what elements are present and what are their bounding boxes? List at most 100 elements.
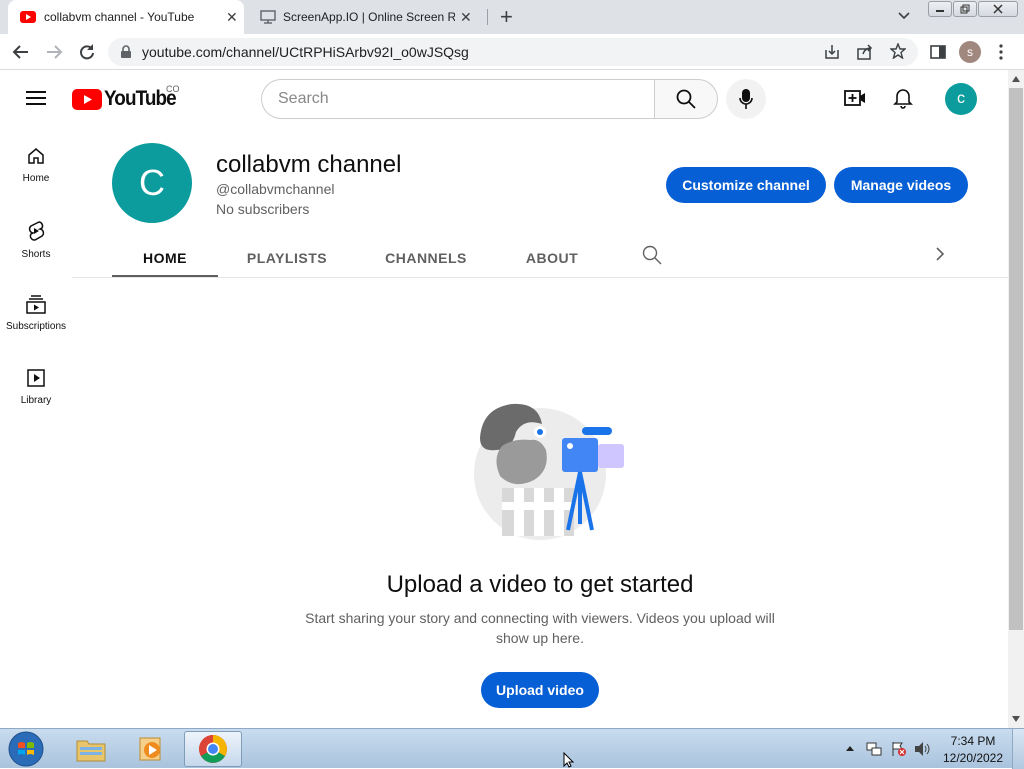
tab-label: PLAYLISTS [246, 250, 328, 266]
voice-search-button[interactable] [726, 79, 766, 119]
home-icon [26, 146, 46, 166]
account-initial: c [957, 90, 965, 107]
taskbar-explorer-button[interactable] [62, 731, 120, 767]
youtube-masthead: YouTube CO c [0, 70, 1008, 126]
account-avatar[interactable]: c [945, 83, 977, 115]
guide-item-subscriptions[interactable]: Subscriptions [0, 294, 72, 368]
guide-label: Library [20, 395, 52, 406]
url-text: youtube.com/channel/UCtRPHiSArbv92I_o0wJ… [142, 44, 469, 60]
tab-title: collabvm channel - YouTube [44, 10, 195, 24]
back-arrow-icon[interactable] [12, 44, 30, 60]
tabs-divider [72, 277, 1008, 278]
channel-avatar: C [112, 143, 192, 223]
start-button[interactable] [4, 730, 48, 768]
show-hidden-icons-icon[interactable] [846, 746, 854, 751]
search-icon [676, 89, 696, 109]
profile-avatar[interactable]: s [959, 41, 981, 63]
upload-video-label: Upload video [496, 682, 584, 698]
customize-channel-button[interactable]: Customize channel [666, 167, 826, 203]
windows-taskbar: 7:34 PM 12/20/2022 [0, 728, 1024, 769]
minimize-button[interactable] [928, 1, 952, 17]
guide-item-home[interactable]: Home [0, 146, 72, 220]
library-icon [26, 368, 46, 388]
window-close-button[interactable] [978, 1, 1018, 17]
tab-home[interactable]: HOME [112, 238, 218, 278]
hamburger-menu-icon[interactable] [26, 90, 46, 106]
subscriptions-icon [26, 294, 46, 314]
customize-channel-label: Customize channel [682, 177, 810, 193]
profile-initial: s [967, 45, 973, 59]
guide-label: Home [22, 173, 50, 184]
guide-item-shorts[interactable]: Shorts [0, 220, 72, 294]
guide-label: Shorts [21, 249, 51, 260]
tab-channels[interactable]: CHANNELS [374, 238, 478, 278]
address-bar[interactable]: youtube.com/channel/UCtRPHiSArbv92I_o0wJ… [108, 38, 918, 66]
media-player-icon [137, 735, 165, 763]
chevron-right-icon[interactable] [935, 247, 945, 261]
tab-close-icon[interactable]: ✕ [460, 9, 472, 26]
search-button[interactable] [654, 79, 718, 119]
manage-videos-label: Manage videos [850, 177, 952, 193]
bookmark-star-icon[interactable] [890, 43, 906, 59]
tab-separator [487, 9, 488, 25]
tab-about[interactable]: ABOUT [516, 238, 588, 278]
channel-avatar-initial: C [139, 162, 165, 203]
reload-icon[interactable] [78, 43, 96, 61]
guide-label: Subscriptions [5, 321, 67, 332]
network-icon[interactable] [866, 741, 882, 757]
clock-date[interactable]: 12/20/2022 [940, 751, 1006, 765]
browser-toolbar: youtube.com/channel/UCtRPHiSArbv92I_o0wJ… [0, 34, 1024, 70]
empty-state-illustration [472, 398, 632, 544]
notifications-bell-icon[interactable] [893, 87, 913, 109]
scroll-down-arrow-icon[interactable] [1012, 716, 1020, 722]
empty-state-title: Upload a video to get started [386, 571, 694, 598]
taskbar-media-player-button[interactable] [122, 731, 180, 767]
restore-button[interactable] [953, 1, 977, 17]
youtube-logo-icon [72, 88, 102, 110]
manage-videos-button[interactable]: Manage videos [834, 167, 968, 203]
install-icon[interactable] [824, 44, 840, 60]
chrome-icon [198, 734, 228, 764]
youtube-wordmark: YouTube [104, 87, 177, 110]
subscriber-count: No subscribers [216, 201, 310, 217]
tab-screenapp[interactable]: ScreenApp.IO | Online Screen Re ✕ [250, 0, 486, 34]
action-center-icon[interactable] [891, 741, 907, 757]
show-desktop-button[interactable] [1012, 729, 1024, 769]
page-scrollbar[interactable] [1008, 70, 1024, 728]
tab-close-icon[interactable]: ✕ [226, 9, 238, 26]
empty-state-description: Start sharing your story and connecting … [305, 610, 775, 626]
clock-time[interactable]: 7:34 PM [944, 734, 1002, 748]
channel-search-icon[interactable] [642, 245, 662, 265]
lock-icon[interactable] [120, 45, 132, 59]
tab-youtube[interactable]: collabvm channel - YouTube ✕ [8, 0, 244, 34]
windows-logo-icon [8, 731, 44, 767]
monitor-icon [260, 10, 276, 24]
mouse-cursor-icon [563, 752, 575, 768]
channel-name: collabvm channel [216, 151, 402, 178]
search-input[interactable] [262, 80, 656, 118]
country-code: CO [166, 84, 180, 94]
tab-label: CHANNELS [385, 250, 467, 266]
guide-item-library[interactable]: Library [0, 368, 72, 442]
tab-playlists[interactable]: PLAYLISTS [232, 238, 342, 278]
forward-arrow-icon[interactable] [45, 44, 63, 60]
microphone-icon [739, 88, 753, 110]
share-icon[interactable] [857, 44, 873, 60]
taskbar-chrome-button[interactable] [184, 731, 242, 767]
browser-menu-icon[interactable] [999, 44, 1003, 60]
empty-state-description-2: show up here. [496, 630, 584, 646]
tab-label: ABOUT [525, 250, 579, 266]
scroll-up-arrow-icon[interactable] [1012, 76, 1020, 82]
tab-search-icon[interactable] [898, 12, 910, 20]
folder-icon [76, 736, 106, 762]
upload-video-button[interactable]: Upload video [481, 672, 599, 708]
create-video-icon[interactable] [844, 89, 866, 107]
youtube-favicon-icon [20, 11, 36, 23]
new-tab-button[interactable]: + [500, 4, 513, 30]
tab-title: ScreenApp.IO | Online Screen Re [283, 10, 455, 24]
browser-tab-strip: collabvm channel - YouTube ✕ ScreenApp.I… [0, 0, 1024, 34]
volume-icon[interactable] [914, 741, 932, 757]
search-box[interactable] [261, 79, 656, 119]
scrollbar-thumb[interactable] [1009, 88, 1023, 630]
side-panel-icon[interactable] [930, 45, 946, 59]
